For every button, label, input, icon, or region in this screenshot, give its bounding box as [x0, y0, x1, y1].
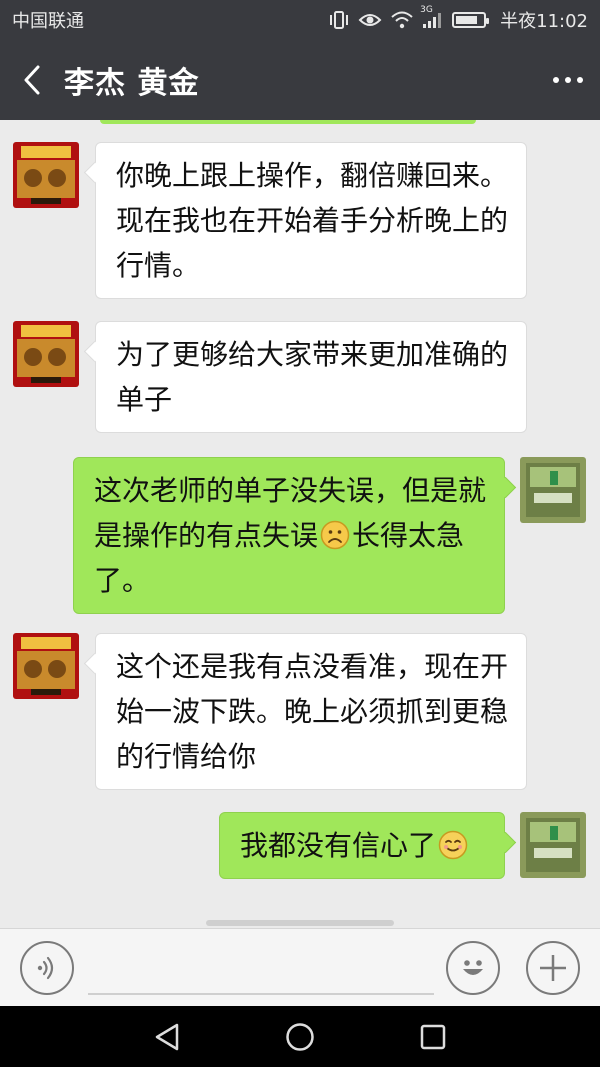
back-button[interactable]: [0, 40, 64, 120]
chat-header: 李杰 黄金: [0, 40, 600, 120]
incoming-message[interactable]: 这个还是我有点没看准，现在开始一波下跌。晚上必须抓到更稳的行情给你: [95, 633, 527, 790]
home-circle-icon: [286, 1023, 314, 1051]
system-nav-bar: [0, 1006, 600, 1067]
clock: 半夜11:02: [500, 11, 588, 32]
scroll-indicator: [206, 920, 394, 926]
outgoing-message[interactable]: 这次老师的单子没失误，但是就是操作的有点失误 长得太急了。: [73, 457, 505, 614]
chevron-left-icon: [24, 65, 40, 95]
incoming-message[interactable]: 你晚上跟上操作，翻倍赚回来。现在我也在开始着手分析晚上的行情。: [95, 142, 527, 299]
message-text: 你晚上跟上操作，翻倍赚回来。现在我也在开始着手分析晚上的行情。: [116, 159, 509, 282]
emoji-button[interactable]: [446, 941, 500, 995]
incoming-message[interactable]: 为了更够给大家带来更加准确的单子: [95, 321, 527, 433]
plus-icon: [540, 955, 566, 981]
back-triangle-icon: [155, 1023, 179, 1051]
more-icon: [553, 77, 583, 83]
vibrate-icon: [328, 10, 350, 30]
contact-avatar[interactable]: [13, 142, 79, 208]
carrier-name: 中国联通: [12, 11, 84, 32]
nav-recent-button[interactable]: [416, 1020, 450, 1054]
voice-button[interactable]: [20, 941, 74, 995]
add-button[interactable]: [526, 941, 580, 995]
message-text: 我都没有信心了: [240, 829, 437, 862]
nav-home-button[interactable]: [283, 1020, 317, 1054]
frown-emoji: [320, 520, 350, 550]
battery-icon: [452, 12, 490, 28]
emoji-icon: [463, 960, 483, 975]
previous-message-edge: [100, 120, 476, 124]
network-type: 3G: [420, 5, 433, 15]
smile-emoji: [438, 830, 468, 860]
chat-title: 李杰 黄金: [64, 66, 200, 101]
status-icons: 3G 半夜11:02: [328, 5, 588, 33]
my-avatar[interactable]: [520, 812, 586, 878]
my-avatar[interactable]: [520, 457, 586, 523]
message-list[interactable]: 你晚上跟上操作，翻倍赚回来。现在我也在开始着手分析晚上的行情。 为了更够给大家带…: [0, 120, 600, 928]
message-input[interactable]: [88, 993, 434, 995]
more-button[interactable]: [536, 40, 600, 120]
contact-avatar[interactable]: [13, 633, 79, 699]
voice-icon: [37, 956, 54, 980]
nav-back-button[interactable]: [150, 1020, 184, 1054]
contact-avatar[interactable]: [13, 321, 79, 387]
eye-icon: [358, 11, 382, 29]
status-bar: 中国联通 3G 半夜11:02: [0, 0, 600, 40]
message-text: 为了更够给大家带来更加准确的单子: [116, 338, 509, 416]
wifi-icon: [390, 11, 414, 29]
input-bar: [0, 928, 600, 1006]
recent-square-icon: [420, 1024, 446, 1050]
message-text: 这个还是我有点没看准，现在开始一波下跌。晚上必须抓到更稳的行情给你: [116, 650, 509, 773]
outgoing-message[interactable]: 我都没有信心了: [219, 812, 505, 879]
signal-icon: 3G: [420, 5, 444, 29]
